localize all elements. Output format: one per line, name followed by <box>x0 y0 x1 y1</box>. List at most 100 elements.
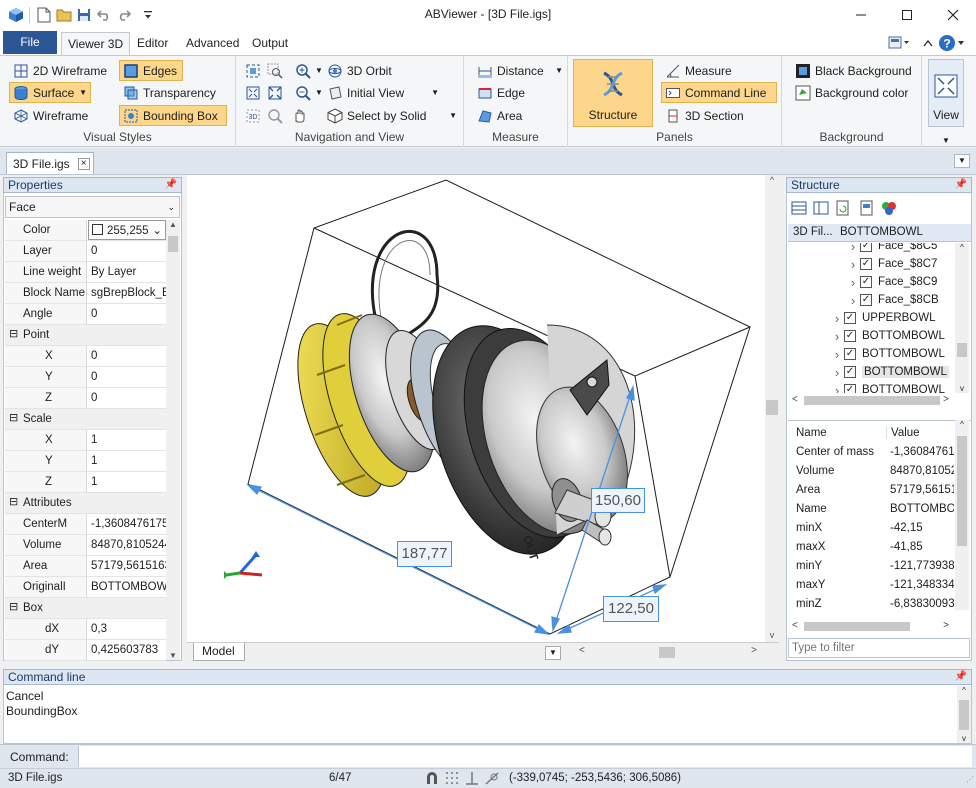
view-dropdown-icon[interactable]: ▼ <box>942 136 950 145</box>
command-input[interactable] <box>78 746 972 767</box>
black-background-button[interactable]: Black Background <box>792 60 915 81</box>
property-value[interactable]: 0 <box>88 367 166 387</box>
command-scroll-down-icon[interactable]: v <box>957 734 971 743</box>
expand-chevron-icon[interactable]: › <box>830 329 844 344</box>
pin-icon[interactable]: 📌 <box>165 178 177 192</box>
section-3d-button[interactable]: 3D Section <box>662 105 747 126</box>
command-line-pin-icon[interactable]: 📌 <box>955 670 967 684</box>
model-tab[interactable]: Model <box>193 643 245 661</box>
properties-scrollbar[interactable]: ▲ ▼ <box>166 220 180 660</box>
tree-node[interactable]: › ✓ BOTTOMBOWL <box>830 327 945 345</box>
scroll-thumb[interactable] <box>168 236 178 252</box>
tree-scroll-down-icon[interactable]: v <box>955 384 969 393</box>
tree-h-scroll-thumb[interactable] <box>804 396 940 405</box>
visibility-checkbox[interactable]: ✓ <box>844 366 856 378</box>
structure-button[interactable]: Structure <box>573 59 653 127</box>
property-row[interactable]: Block NamesgBrepBlock_BO <box>5 283 166 304</box>
info-scrollbar[interactable]: ^ <box>955 420 969 610</box>
property-row[interactable]: Z1 <box>5 472 166 493</box>
color-filter-icon[interactable] <box>881 200 897 219</box>
tree-node[interactable]: › ✓ BOTTOMBOWL <box>830 345 945 363</box>
viewport-scroll-up-icon[interactable]: ^ <box>765 175 779 185</box>
visibility-checkbox[interactable]: ✓ <box>844 330 856 342</box>
wireframe-2d-button[interactable]: 2D Wireframe <box>10 60 110 81</box>
property-row[interactable]: OriginalI BOTTOMBOWL <box>5 577 166 598</box>
visibility-checkbox[interactable]: ✓ <box>844 384 856 393</box>
zoom-in-button[interactable]: ▼ <box>292 60 326 81</box>
property-row[interactable]: CenterM -1,3608476175 <box>5 514 166 535</box>
property-value[interactable]: 57179,5615163 <box>88 556 166 576</box>
visibility-checkbox[interactable]: ✓ <box>860 258 872 270</box>
select-by-solid-button[interactable]: Select by Solid ▼ <box>324 105 460 126</box>
pan-button[interactable] <box>288 105 310 126</box>
expand-chevron-icon[interactable]: › <box>846 243 860 254</box>
visibility-checkbox[interactable]: ✓ <box>860 276 872 288</box>
tab-advanced[interactable]: Advanced <box>180 32 245 55</box>
expand-chevron-icon[interactable]: › <box>846 257 860 272</box>
property-value[interactable]: -1,3608476175 <box>88 514 166 534</box>
info-horizontal-scrollbar[interactable]: < > <box>788 619 955 634</box>
orbit-button[interactable]: 3D Orbit <box>324 60 395 81</box>
property-row[interactable]: Color 255,255 ⌄ <box>5 220 166 241</box>
tree-node[interactable]: › ✓ BOTTOMBOWL <box>830 363 949 381</box>
command-scrollbar[interactable]: ^ v <box>957 686 971 743</box>
property-value[interactable]: 1 <box>88 430 166 450</box>
scroll-up-icon[interactable]: ▲ <box>166 220 180 229</box>
command-scroll-thumb[interactable] <box>959 700 969 730</box>
property-row[interactable]: X1 <box>5 430 166 451</box>
property-value[interactable]: 0 <box>88 388 166 408</box>
property-value[interactable]: 0,3 <box>88 619 166 639</box>
area-button[interactable]: Area <box>474 105 525 126</box>
document-tab[interactable]: 3D File.igs × <box>6 152 94 174</box>
scroll-down-icon[interactable]: ▼ <box>166 651 180 660</box>
breadcrumb-current[interactable]: BOTTOMBOWL <box>840 226 923 238</box>
property-value[interactable]: 0 <box>88 241 166 261</box>
visibility-checkbox[interactable]: ✓ <box>860 243 872 252</box>
property-value[interactable]: sgBrepBlock_BO <box>88 283 166 303</box>
viewport-horizontal-scrollbar[interactable]: < > <box>577 643 761 661</box>
tab-file[interactable]: File <box>3 31 57 54</box>
expand-chevron-icon[interactable]: › <box>846 293 860 308</box>
polar-tracking-icon[interactable] <box>484 770 500 788</box>
tree-node[interactable]: › ✓ UPPERBOWL <box>830 309 936 327</box>
tree-node[interactable]: › ✓ Face_$8C7 <box>846 255 938 273</box>
expand-all-icon[interactable] <box>791 200 807 219</box>
property-value[interactable]: 84870,8105244 <box>88 535 166 555</box>
distance-button[interactable]: Distance ▼ <box>474 60 566 81</box>
h-scroll-thumb[interactable] <box>659 647 675 658</box>
tree-node[interactable]: › ✓ BOTTOMBOWL <box>830 381 945 393</box>
property-row[interactable]: dY 0,425603783 <box>5 640 166 661</box>
tree-scrollbar[interactable]: ^ v <box>955 243 969 393</box>
viewport-vertical-scrollbar[interactable]: ^ v <box>765 175 779 642</box>
viewport-scroll-thumb[interactable] <box>766 400 778 415</box>
expand-chevron-icon[interactable]: › <box>830 347 844 362</box>
expand-chevron-icon[interactable]: › <box>830 383 844 394</box>
property-value[interactable]: 0,425603783 <box>88 640 166 660</box>
viewport-scroll-down-icon[interactable]: v <box>765 630 779 640</box>
refresh-icon[interactable] <box>835 200 851 219</box>
tab-editor[interactable]: Editor <box>131 32 174 55</box>
tree-horizontal-scrollbar[interactable]: < > <box>788 393 955 408</box>
bounding-box-button[interactable]: Bounding Box <box>119 105 227 126</box>
style-switch-icon[interactable] <box>886 33 912 53</box>
command-line-button[interactable]: Command Line <box>661 82 777 103</box>
structure-pin-icon[interactable]: 📌 <box>955 178 967 192</box>
scroll-right-icon[interactable]: > <box>751 645 757 656</box>
info-scroll-right-icon[interactable]: > <box>943 620 949 631</box>
property-row[interactable]: Y1 <box>5 451 166 472</box>
collapse-category-icon[interactable]: ⊟ <box>9 600 18 613</box>
property-row[interactable]: Volume 84870,8105244 <box>5 535 166 556</box>
property-value[interactable]: BOTTOMBOWL <box>88 577 166 597</box>
columns-icon[interactable] <box>813 200 829 219</box>
grid-icon[interactable] <box>444 770 460 788</box>
edges-button[interactable]: Edges <box>119 60 183 81</box>
collapse-category-icon[interactable]: ⊟ <box>9 495 18 508</box>
visibility-checkbox[interactable]: ✓ <box>844 312 856 324</box>
initial-view-button[interactable]: Initial View ▼ <box>324 82 442 103</box>
wireframe-button[interactable]: Wireframe <box>10 105 91 126</box>
model-viewport[interactable]: OUT 187,77 150,60 122,50 <box>187 175 765 642</box>
property-row[interactable]: Layer 0 <box>5 241 166 262</box>
property-value[interactable]: 1 <box>88 472 166 492</box>
tab-output[interactable]: Output <box>246 32 294 55</box>
ortho-icon[interactable] <box>464 770 480 788</box>
